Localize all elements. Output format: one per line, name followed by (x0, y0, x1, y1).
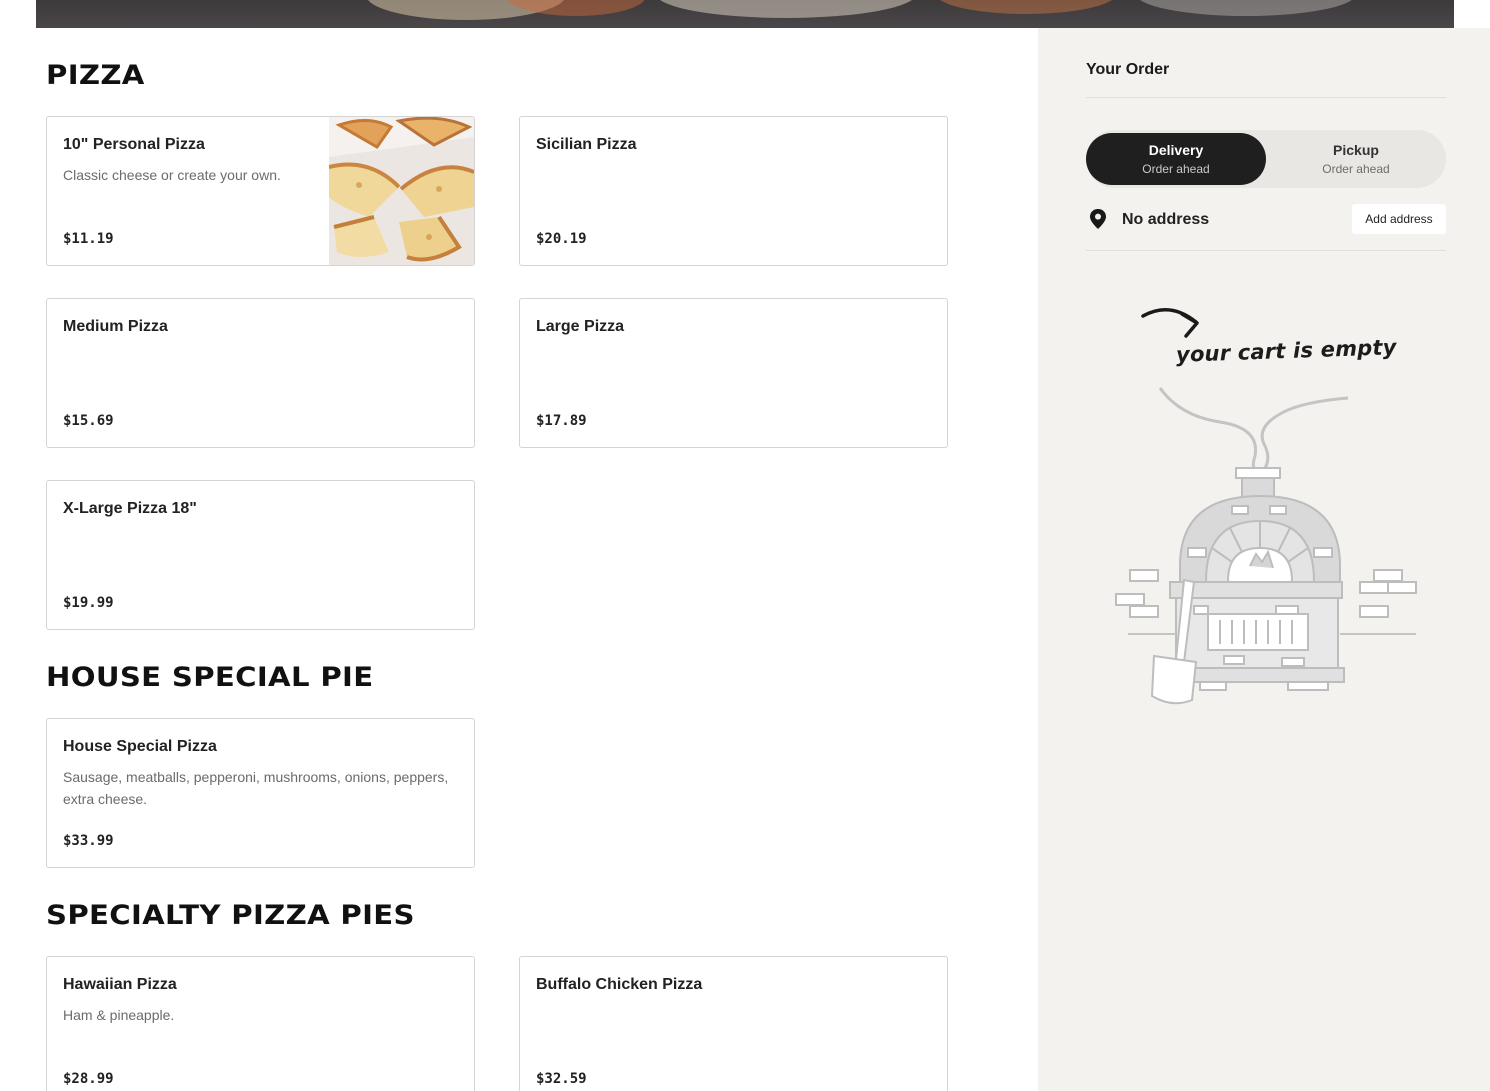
item-name: Medium Pizza (63, 318, 168, 335)
pickup-label: Pickup (1333, 142, 1379, 158)
menu-item-card[interactable]: Large Pizza $17.89 (519, 298, 948, 448)
menu-area: PIZZA 10" Personal Pizza Classic cheese … (0, 28, 1038, 1091)
item-price: $15.69 (63, 413, 114, 429)
item-description: Classic cheese or create your own. (63, 167, 281, 183)
item-name: Buffalo Chicken Pizza (536, 976, 703, 993)
item-price: $33.99 (63, 833, 114, 849)
menu-item-card[interactable]: X-Large Pizza 18" $19.99 (46, 480, 475, 630)
section-title-pizza: PIZZA (46, 60, 145, 91)
menu-item-card[interactable]: Hawaiian Pizza Ham & pineapple. $28.99 (46, 956, 475, 1091)
item-name: Sicilian Pizza (536, 136, 637, 153)
menu-item-card[interactable]: Buffalo Chicken Pizza $32.59 (519, 956, 948, 1091)
menu-item-card[interactable]: Sicilian Pizza $20.19 (519, 116, 948, 266)
menu-item-card[interactable]: House Special Pizza Sausage, meatballs, … (46, 718, 475, 868)
map-pin-icon (1088, 208, 1108, 235)
section-title-house-special: HOUSE SPECIAL PIE (46, 662, 374, 693)
item-name: House Special Pizza (63, 738, 217, 755)
delivery-label: Delivery (1148, 142, 1204, 158)
item-price: $20.19 (536, 231, 587, 247)
pizza-image (328, 117, 474, 265)
pickup-option[interactable]: Pickup Order ahead (1266, 133, 1446, 185)
item-name: X-Large Pizza 18" (63, 500, 197, 517)
delivery-option[interactable]: Delivery Order ahead (1086, 133, 1266, 185)
item-name: Large Pizza (536, 318, 625, 335)
item-description: Sausage, meatballs, pepperoni, mushrooms… (63, 769, 449, 807)
item-name: Hawaiian Pizza (63, 976, 177, 993)
item-price: $11.19 (63, 231, 114, 247)
item-price: $19.99 (63, 595, 114, 611)
item-price: $28.99 (63, 1071, 114, 1087)
pickup-sub: Order ahead (1322, 162, 1390, 176)
item-price: $32.59 (536, 1071, 587, 1087)
item-name: 10" Personal Pizza (63, 136, 205, 153)
divider (1086, 97, 1446, 98)
menu-item-card[interactable]: Medium Pizza $15.69 (46, 298, 475, 448)
divider (1086, 250, 1446, 251)
fulfillment-toggle: Delivery Order ahead Pickup Order ahead (1086, 130, 1446, 188)
section-title-specialty: SPECIALTY PIZZA PIES (46, 900, 415, 931)
order-title: Your Order (1086, 61, 1170, 78)
menu-item-card[interactable]: 10" Personal Pizza Classic cheese or cre… (46, 116, 475, 266)
item-description: Ham & pineapple. (63, 1007, 175, 1023)
address-row: No address Add address (1086, 203, 1446, 235)
delivery-sub: Order ahead (1142, 162, 1210, 176)
add-address-button[interactable]: Add address (1352, 204, 1446, 234)
order-sidebar: Your Order Delivery Order ahead Pickup O… (1038, 28, 1490, 1091)
curved-arrow-icon (1141, 308, 1199, 338)
address-text: No address (1122, 211, 1210, 228)
hero-banner-image (36, 0, 1454, 28)
item-price: $17.89 (536, 413, 587, 429)
